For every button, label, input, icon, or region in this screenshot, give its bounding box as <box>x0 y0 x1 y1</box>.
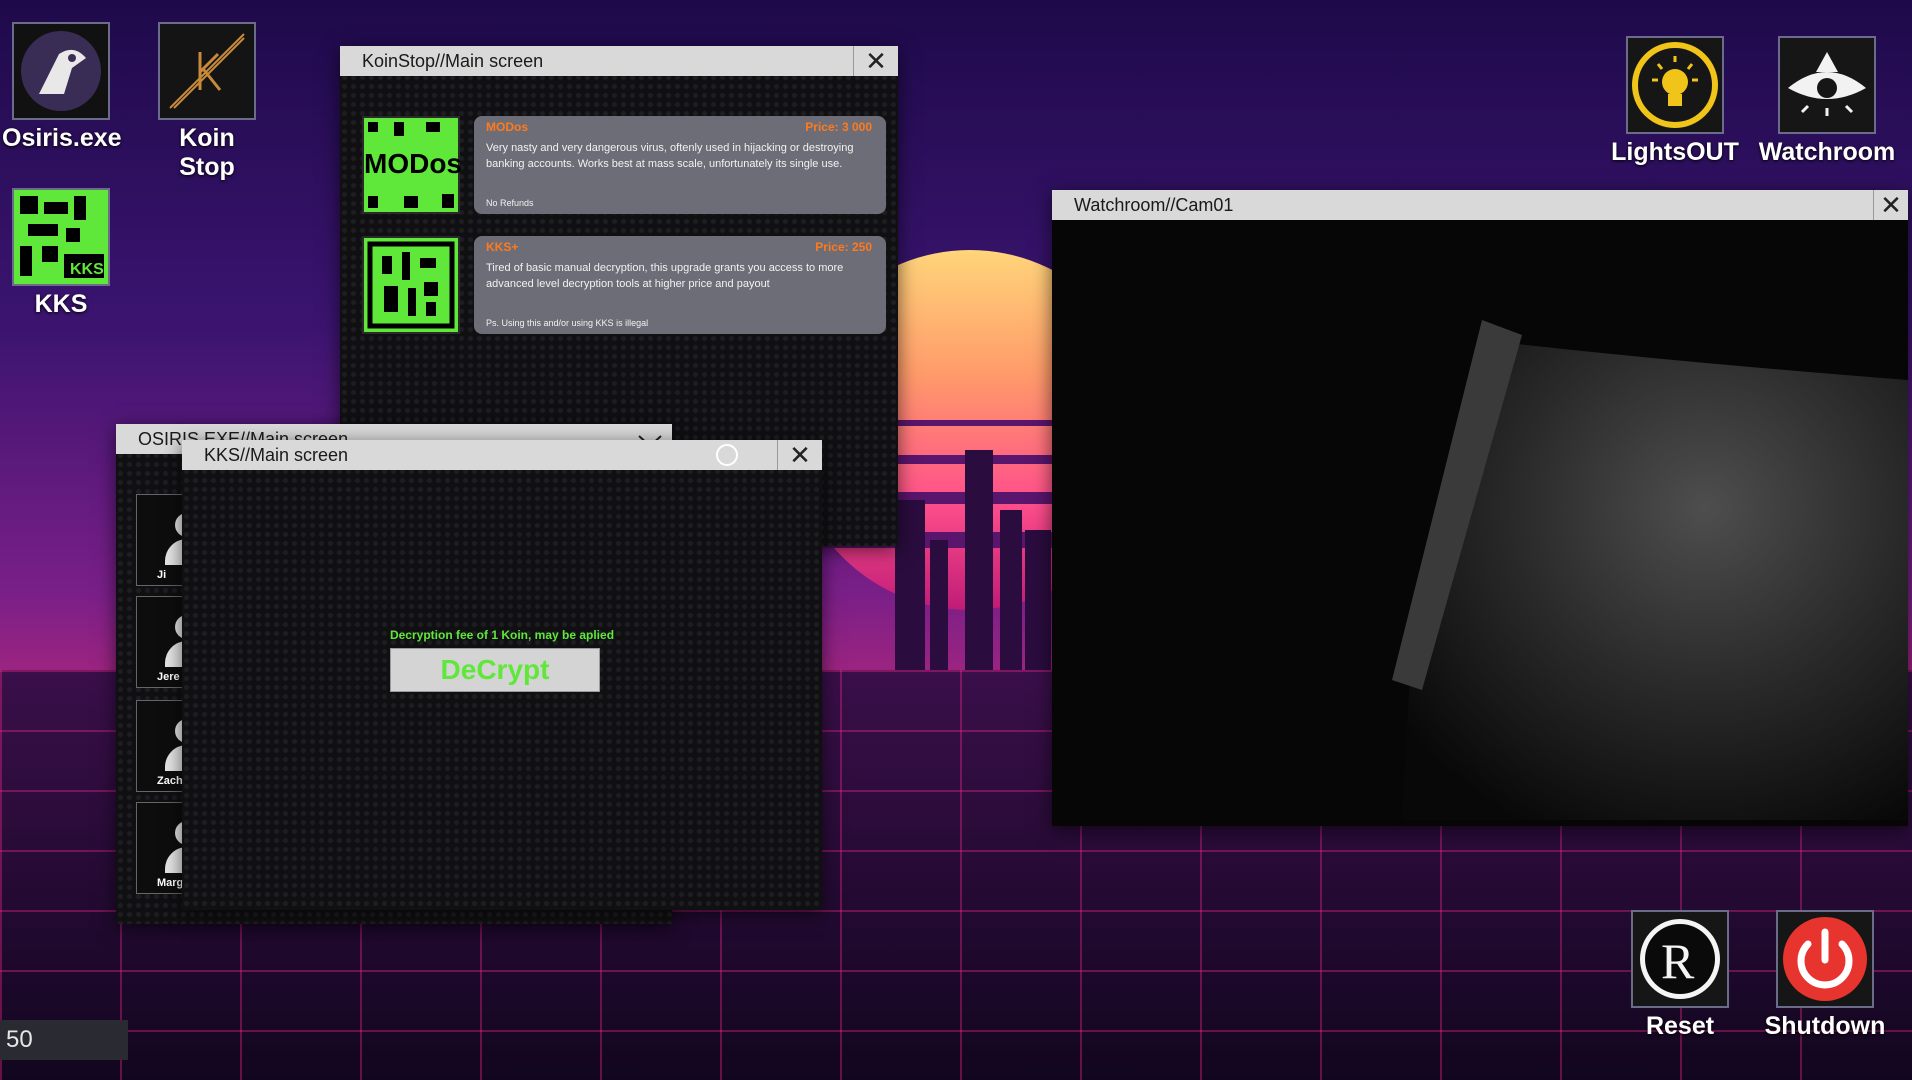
contact-name: Jere <box>157 671 180 683</box>
power-icon <box>1776 910 1874 1008</box>
decryption-fee-notice: Decryption fee of 1 Koin, may be aplied <box>389 628 615 642</box>
kks-plus-thumbnail <box>362 236 460 334</box>
desktop-icon-label: Osiris.exe <box>2 124 122 152</box>
contact-name: Ji <box>157 569 167 581</box>
modos-card: MODos Price: 3 000 Very nasty and very d… <box>474 116 886 214</box>
koinstop-titlebar[interactable]: KoinStop//Main screen ✕ <box>340 46 898 76</box>
reset-icon: R <box>1631 910 1729 1008</box>
svg-text:R: R <box>1661 933 1695 989</box>
item-description: Tired of basic manual decryption, this u… <box>486 262 844 290</box>
item-price: Price: 250 <box>815 240 872 254</box>
watchroom-window: Watchroom//Cam01 ✕ <box>1052 190 1908 826</box>
watchroom-titlebar[interactable]: Watchroom//Cam01 ✕ <box>1052 190 1908 220</box>
item-price: Price: 3 000 <box>805 120 872 134</box>
store-item-modos[interactable]: MODos MODos Price: 3 000 Very nasty and … <box>362 116 887 214</box>
desktop-icon-label: Shutdown <box>1764 1012 1886 1040</box>
desktop-icon-label: KKS <box>34 290 88 318</box>
item-note: Ps. Using this and/or using KKS is illeg… <box>486 318 649 328</box>
camera-feed-image <box>1392 320 1908 820</box>
close-icon: ✕ <box>789 440 811 470</box>
eye-icon <box>1778 36 1876 134</box>
desktop-icon-label: Koin Stop <box>179 124 235 181</box>
close-icon: ✕ <box>865 46 887 76</box>
qr-kks-icon: KKS <box>12 188 110 286</box>
close-icon: ✕ <box>1880 190 1902 220</box>
reset-button[interactable]: R Reset <box>1620 910 1740 1041</box>
kks-close-button[interactable]: ✕ <box>777 440 822 470</box>
koinstop-title: KoinStop//Main screen <box>362 51 544 71</box>
item-note: No Refunds <box>486 198 534 208</box>
desktop-icon-koin-stop[interactable]: Koin Stop <box>148 22 266 182</box>
item-name: KKS+ <box>486 240 519 254</box>
desktop-icon-kks[interactable]: KKS KKS <box>2 188 120 319</box>
bird-icon <box>12 22 110 120</box>
city-tower <box>1000 510 1022 670</box>
desktop-icon-watchroom[interactable]: Watchroom <box>1752 36 1902 167</box>
svg-text:KKS: KKS <box>70 261 104 278</box>
shutdown-button[interactable]: Shutdown <box>1760 910 1890 1041</box>
kks-title: KKS//Main screen <box>204 445 349 465</box>
desktop-icon-label: LightsOUT <box>1611 138 1739 166</box>
koin-counter: 50 <box>0 1020 128 1060</box>
city-tower <box>930 540 948 670</box>
kks-plus-card: KKS+ Price: 250 Tired of basic manual de… <box>474 236 886 334</box>
watchroom-title: Watchroom//Cam01 <box>1074 195 1234 215</box>
kks-window: KKS//Main screen ✕ Decryption fee of 1 K… <box>182 440 822 910</box>
modos-thumbnail: MODos <box>362 116 462 214</box>
desktop-icon-label: Watchroom <box>1758 138 1896 166</box>
kks-titlebar[interactable]: KKS//Main screen ✕ <box>182 440 822 470</box>
store-item-kks-plus[interactable]: KKS+ Price: 250 Tired of basic manual de… <box>362 236 887 334</box>
modos-thumb-text: MODos <box>364 148 462 179</box>
city-tower <box>1025 530 1051 670</box>
k-coin-icon <box>158 22 256 120</box>
camera-feed <box>1052 220 1908 826</box>
city-tower <box>965 450 993 670</box>
desktop-icon-label: Reset <box>1645 1012 1715 1040</box>
city-tower <box>895 500 925 670</box>
cursor-icon <box>716 444 738 466</box>
lightbulb-icon <box>1626 36 1724 134</box>
item-name: MODos <box>486 120 528 134</box>
desktop-icon-lightsout[interactable]: LightsOUT <box>1605 36 1745 167</box>
decrypt-button[interactable]: DeCrypt <box>390 648 600 692</box>
watchroom-close-button[interactable]: ✕ <box>1873 190 1908 220</box>
desktop-icon-osiris[interactable]: Osiris.exe <box>2 22 122 153</box>
koinstop-close-button[interactable]: ✕ <box>853 46 898 76</box>
item-description: Very nasty and very dangerous virus, oft… <box>486 142 854 170</box>
